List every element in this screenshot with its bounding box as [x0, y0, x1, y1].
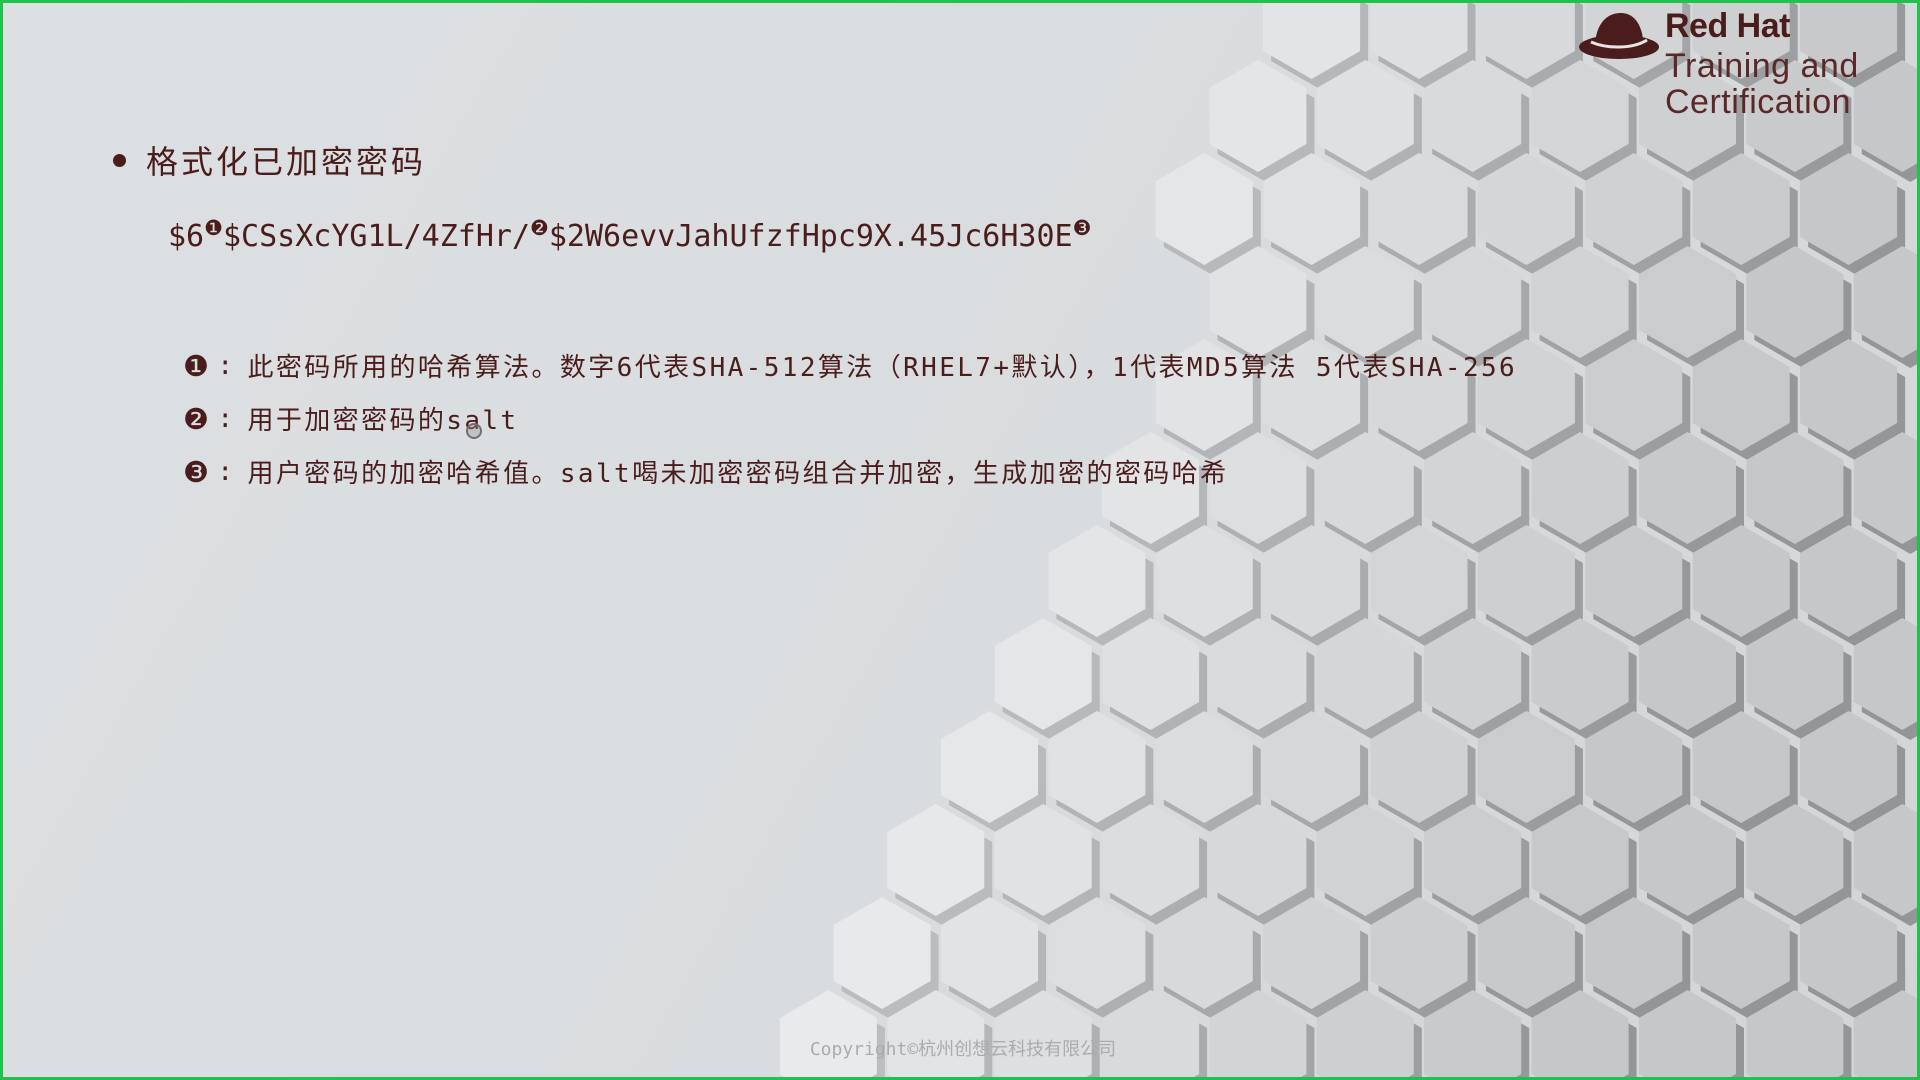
- hash-example: $6❶$CSsXcYG1L/4ZfHr/❷$2W6evvJahUfzfHpc9X…: [168, 216, 1092, 255]
- logo-line-training: Training and: [1665, 47, 1859, 85]
- hash-marker-2: ❷: [530, 216, 549, 240]
- logo-line-certification: Certification: [1665, 83, 1852, 121]
- redhat-logo: Red Hat Training and Certification: [1577, 7, 1897, 125]
- hash-value: $2W6evvJahUfzfHpc9X.45Jc6H30E: [548, 219, 1073, 254]
- note-algorithm: ❶ : 此密码所用的哈希算法。数字6代表SHA-512算法（RHEL7+默认），…: [183, 347, 1517, 384]
- note-colon: :: [217, 456, 236, 487]
- slide: Red Hat Training and Certification 格式化已加…: [0, 0, 1920, 1080]
- hash-marker-3: ❸: [1072, 216, 1092, 240]
- bullet-item: 格式化已加密密码: [113, 137, 426, 183]
- hash-salt: $CSsXcYG1L/4ZfHr/: [222, 219, 530, 254]
- copyright-footer: Copyright©杭州创想云科技有限公司: [809, 1039, 1117, 1060]
- hash-algorithm-id: $6: [168, 219, 205, 254]
- note-text: 用户密码的加密哈希值。salt喝未加密密码组合并加密，生成加密的密码哈希: [247, 459, 1229, 489]
- hash-marker-1: ❶: [204, 216, 223, 240]
- note-marker: ❷: [183, 401, 212, 436]
- note-marker: ❶: [183, 348, 212, 383]
- redhat-hat-icon: [1579, 13, 1659, 59]
- bullet-title: 格式化已加密密码: [146, 143, 427, 181]
- note-colon: :: [217, 403, 236, 434]
- note-text: 此密码所用的哈希算法。数字6代表SHA-512算法（RHEL7+默认），1代表M…: [247, 353, 1518, 383]
- note-hash-value: ❸ : 用户密码的加密哈希值。salt喝未加密密码组合并加密，生成加密的密码哈希: [183, 453, 1228, 490]
- bullet-dot: [113, 153, 126, 167]
- logo-brand-text: Red Hat: [1665, 7, 1790, 45]
- note-colon: :: [217, 350, 236, 381]
- mouse-cursor-icon: [466, 423, 482, 439]
- note-marker: ❸: [183, 454, 212, 489]
